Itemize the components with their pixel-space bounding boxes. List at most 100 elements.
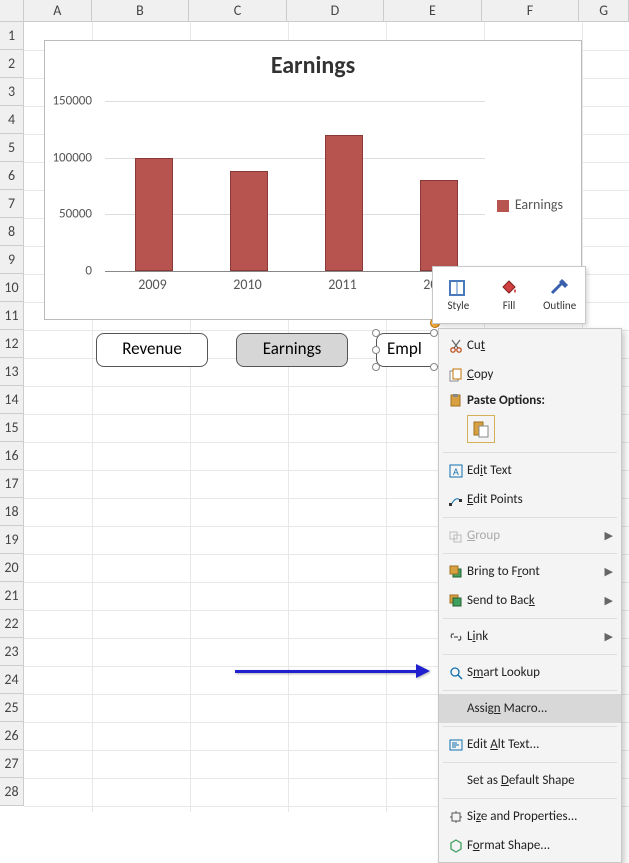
label: Outline — [543, 299, 576, 312]
earnings-button[interactable]: Earnings — [236, 333, 348, 367]
label: Assign Macro... — [467, 701, 547, 716]
row-header[interactable]: 18 — [0, 498, 24, 526]
selection-handle[interactable] — [430, 329, 438, 337]
column-headers: A B C D E F G — [24, 0, 629, 22]
bar — [135, 158, 173, 271]
x-tick: 2009 — [105, 276, 200, 296]
grid-corner[interactable] — [0, 0, 24, 22]
bar — [230, 171, 268, 271]
send-back-icon — [445, 594, 467, 608]
copy-menuitem[interactable]: Copy — [439, 360, 621, 389]
selection-handle[interactable] — [430, 363, 438, 371]
y-tick: 150000 — [52, 94, 92, 109]
col-header[interactable]: B — [92, 0, 190, 21]
submenu-arrow-icon: ▶ — [605, 529, 613, 542]
row-header[interactable]: 8 — [0, 218, 24, 246]
format-shape-icon — [445, 839, 467, 853]
col-header[interactable]: C — [189, 0, 287, 21]
revenue-button[interactable]: Revenue — [96, 333, 208, 367]
row-header[interactable]: 13 — [0, 358, 24, 386]
col-header[interactable]: D — [287, 0, 385, 21]
row-header[interactable]: 21 — [0, 582, 24, 610]
col-header[interactable]: E — [384, 0, 482, 21]
label: Copy — [467, 367, 493, 382]
row-header[interactable]: 10 — [0, 274, 24, 302]
assign-macro-menuitem[interactable]: Assign Macro... — [439, 694, 621, 723]
col-header[interactable]: G — [579, 0, 629, 21]
submenu-arrow-icon: ▶ — [605, 565, 613, 578]
employees-button[interactable]: Empl — [376, 333, 446, 367]
format-shape-menuitem[interactable]: Format Shape... — [439, 831, 621, 860]
cut-menuitem[interactable]: Cut — [439, 331, 621, 360]
row-header[interactable]: 11 — [0, 302, 24, 330]
link-menuitem[interactable]: Link ▶ — [439, 622, 621, 651]
row-header[interactable]: 27 — [0, 750, 24, 778]
bring-to-front-menuitem[interactable]: Bring to Front ▶ — [439, 557, 621, 586]
row-header[interactable]: 9 — [0, 246, 24, 274]
outline-button[interactable]: Outline — [534, 267, 585, 323]
col-header[interactable]: F — [482, 0, 580, 21]
y-tick: 50000 — [59, 207, 92, 222]
row-header[interactable]: 22 — [0, 610, 24, 638]
label: Cut — [467, 338, 485, 353]
send-to-back-menuitem[interactable]: Send to Back ▶ — [439, 586, 621, 615]
label: Edit Points — [467, 492, 523, 507]
label: Size and Properties... — [467, 809, 577, 824]
label: Format Shape... — [467, 838, 550, 853]
fill-button[interactable]: Fill — [484, 267, 535, 323]
row-header[interactable]: 17 — [0, 470, 24, 498]
style-icon — [448, 279, 468, 297]
default-shape-menuitem[interactable]: Set as Default Shape — [439, 766, 621, 795]
label: Smart Lookup — [467, 665, 540, 680]
outline-icon — [550, 279, 570, 297]
y-axis: 150000 100000 50000 0 — [45, 101, 100, 271]
edit-points-menuitem[interactable]: Edit Points — [439, 485, 621, 514]
row-header[interactable]: 23 — [0, 638, 24, 666]
annotation-arrow — [235, 664, 430, 678]
row-header[interactable]: 16 — [0, 442, 24, 470]
label: Style — [447, 299, 469, 312]
row-header[interactable]: 7 — [0, 190, 24, 218]
label: Group — [467, 528, 500, 543]
row-header[interactable]: 6 — [0, 162, 24, 190]
row-header[interactable]: 2 — [0, 50, 24, 78]
label: Edit Alt Text... — [467, 737, 539, 752]
selection-handle[interactable] — [372, 329, 380, 337]
row-headers: 1234567891011121314151617181920212223242… — [0, 22, 24, 806]
paste-option-button[interactable] — [467, 415, 495, 443]
row-header[interactable]: 26 — [0, 722, 24, 750]
row-header[interactable]: 25 — [0, 694, 24, 722]
selection-handle[interactable] — [372, 346, 380, 354]
legend: Earnings — [497, 196, 563, 213]
row-header[interactable]: 3 — [0, 78, 24, 106]
row-header[interactable]: 4 — [0, 106, 24, 134]
row-header[interactable]: 28 — [0, 778, 24, 806]
plot-area — [105, 101, 485, 271]
size-properties-menuitem[interactable]: Size and Properties... — [439, 802, 621, 831]
label: Fill — [503, 299, 516, 312]
label: Edit Text — [467, 463, 512, 478]
row-header[interactable]: 5 — [0, 134, 24, 162]
row-header[interactable]: 19 — [0, 526, 24, 554]
row-header[interactable]: 24 — [0, 666, 24, 694]
y-tick: 0 — [85, 264, 92, 279]
label: Set as Default Shape — [467, 773, 575, 788]
row-header[interactable]: 12 — [0, 330, 24, 358]
row-header[interactable]: 15 — [0, 414, 24, 442]
style-button[interactable]: Style — [433, 267, 484, 323]
edit-text-menuitem[interactable]: A Edit Text — [439, 456, 621, 485]
y-tick: 100000 — [52, 150, 92, 165]
selection-handle[interactable] — [372, 363, 380, 371]
edit-alt-text-menuitem[interactable]: Edit Alt Text... — [439, 730, 621, 759]
smart-lookup-menuitem[interactable]: Smart Lookup — [439, 658, 621, 687]
alt-text-icon — [445, 738, 467, 752]
group-menuitem: Group ▶ — [439, 521, 621, 550]
col-header[interactable]: A — [24, 0, 92, 21]
row-header[interactable]: 1 — [0, 22, 24, 50]
label: Send to Back — [467, 593, 535, 608]
row-header[interactable]: 20 — [0, 554, 24, 582]
row-header[interactable]: 14 — [0, 386, 24, 414]
smart-lookup-icon — [445, 666, 467, 680]
group-icon — [445, 529, 467, 543]
svg-text:A: A — [453, 465, 459, 478]
